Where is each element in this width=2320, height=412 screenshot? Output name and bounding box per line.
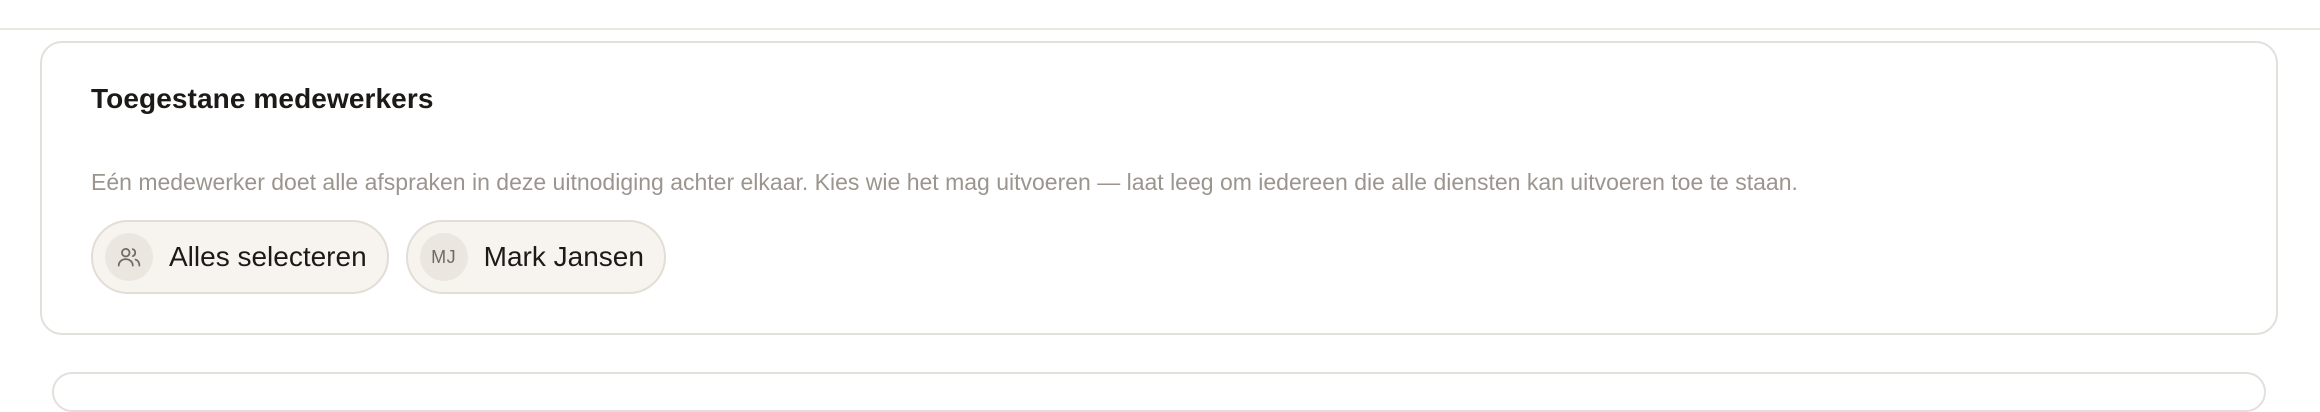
avatar-initials: MJ: [431, 246, 457, 267]
section-title: Toegestane medewerkers: [91, 83, 434, 114]
users-icon: [105, 233, 153, 281]
select-all-chip[interactable]: Alles selecteren: [91, 220, 389, 294]
staff-chip-mark-jansen[interactable]: MJ Mark Jansen: [405, 220, 666, 294]
allowed-staff-card: Toegestane medewerkers Eén medewerker do…: [40, 41, 2278, 335]
staff-chip-list: Alles selecteren MJ Mark Jansen: [91, 220, 666, 294]
next-card: [52, 372, 2266, 412]
section-description: Eén medewerker doet alle afspraken in de…: [91, 169, 1798, 195]
top-divider: [0, 28, 2320, 30]
select-all-label: Alles selecteren: [169, 241, 367, 272]
staff-name-label: Mark Jansen: [483, 241, 644, 272]
avatar: MJ: [419, 233, 468, 281]
